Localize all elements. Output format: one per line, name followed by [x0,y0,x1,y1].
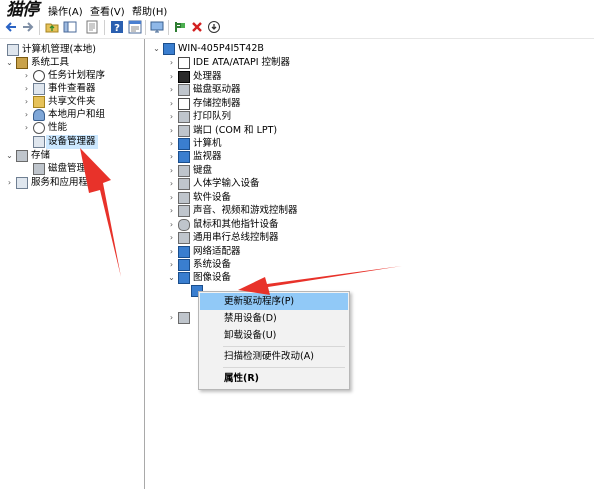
chevron-right-icon[interactable]: › [167,231,176,245]
scan-monitor-icon[interactable] [149,19,165,35]
chevron-down-icon[interactable]: ⌄ [167,271,176,285]
chevron-right-icon[interactable]: › [22,82,31,96]
toolbar-separator [104,20,105,35]
forward-icon[interactable] [20,19,36,35]
chevron-right-icon[interactable]: › [167,137,176,151]
add-driver-icon[interactable] [172,19,188,35]
chevron-right-icon[interactable]: › [167,258,176,272]
storage-controller-icon [178,98,190,110]
uninstall-x-icon[interactable] [189,19,205,35]
chevron-right-icon[interactable]: › [167,191,176,205]
port-icon [178,125,190,137]
toolbar-separator [145,20,146,35]
chevron-right-icon[interactable]: › [167,124,176,138]
properties-icon[interactable] [127,19,143,35]
toolbar-separator [168,20,169,35]
system-device-icon [178,259,190,271]
chevron-right-icon[interactable]: › [167,150,176,164]
uninstall-device-menu-item[interactable]: 卸载设备(U) [200,327,348,344]
computer-management-icon [7,44,19,56]
chevron-down-icon[interactable]: ⌄ [5,149,14,163]
chevron-right-icon[interactable]: › [167,245,176,259]
chevron-right-icon[interactable]: › [167,83,176,97]
clock-icon [33,70,45,82]
disk-icon [33,163,45,175]
chevron-right-icon[interactable]: › [22,121,31,135]
menu-separator [223,367,345,368]
scan-hardware-menu-item[interactable]: 扫描检测硬件改动(A) [200,348,348,365]
show-hide-tree-icon[interactable] [62,19,78,35]
chevron-right-icon[interactable]: › [22,69,31,83]
chevron-down-icon[interactable]: ⌄ [5,56,14,70]
update-driver-menu-item[interactable]: 更新驱动程序(P) [200,293,348,310]
shared-folder-icon [33,96,45,108]
chevron-right-icon[interactable]: › [167,56,176,70]
usb-icon [178,232,190,244]
chevron-down-icon[interactable]: ⌄ [152,42,161,56]
tools-icon [16,57,28,69]
menu-help[interactable]: 帮助(H) [132,3,167,18]
chevron-right-icon[interactable]: › [167,218,176,232]
device-tree-pane[interactable]: ⌄ WIN-405P4I5T42B › IDE ATA/ATAPI 控制器 › … [146,39,594,489]
menu-bar: 猫停 操作(A) 查看(V) 帮助(H) [0,0,594,20]
console-tree-pane[interactable]: 计算机管理(本地) ⌄ 系统工具 › 任务计划程序 › 事件查看器 › 共享文件… [0,39,145,489]
chevron-right-icon[interactable]: › [167,164,176,178]
chevron-right-icon[interactable]: › [167,97,176,111]
camera-icon [178,272,190,284]
chevron-right-icon[interactable]: › [167,177,176,191]
menu-separator [223,346,345,347]
help-icon[interactable]: ? [109,19,125,35]
software-device-icon [178,192,190,204]
users-icon [33,109,45,121]
audio-icon [178,312,190,324]
mouse-icon [178,219,190,231]
toolbar: ? [0,17,594,39]
toolbar-separator [39,20,40,35]
up-folder-icon[interactable] [44,19,60,35]
properties-menu-item[interactable]: 属性(R) [200,370,348,387]
event-viewer-icon [33,83,45,95]
disable-device-menu-item[interactable]: 禁用设备(D) [200,310,348,327]
update-driver-icon[interactable] [206,19,222,35]
printer-icon [178,111,190,123]
keyboard-icon [178,165,190,177]
services-icon [16,177,28,189]
disk-drive-icon [178,84,190,96]
chevron-right-icon[interactable]: › [22,108,31,122]
context-menu: 更新驱动程序(P) 禁用设备(D) 卸载设备(U) 扫描检测硬件改动(A) 属性… [198,291,350,390]
svg-text:?: ? [114,23,120,34]
computer-icon [163,43,175,55]
ide-controller-icon [178,57,190,69]
menu-view[interactable]: 查看(V) [90,3,125,18]
monitor-icon [178,151,190,163]
processor-icon [178,71,190,83]
chevron-right-icon[interactable]: › [167,70,176,84]
device-manager-icon [33,136,45,148]
chevron-right-icon[interactable]: › [167,110,176,124]
computer-icon [178,138,190,150]
performance-icon [33,122,45,134]
speaker-icon [178,205,190,217]
chevron-right-icon[interactable]: › [22,95,31,109]
storage-icon [16,150,28,162]
network-adapter-icon [178,246,190,258]
export-list-icon[interactable] [84,19,100,35]
hid-icon [178,178,190,190]
menu-action[interactable]: 操作(A) [48,3,83,18]
chevron-right-icon[interactable]: › [167,204,176,218]
chevron-right-icon[interactable]: › [167,311,176,325]
chevron-right-icon[interactable]: › [5,176,14,190]
back-icon[interactable] [3,19,19,35]
